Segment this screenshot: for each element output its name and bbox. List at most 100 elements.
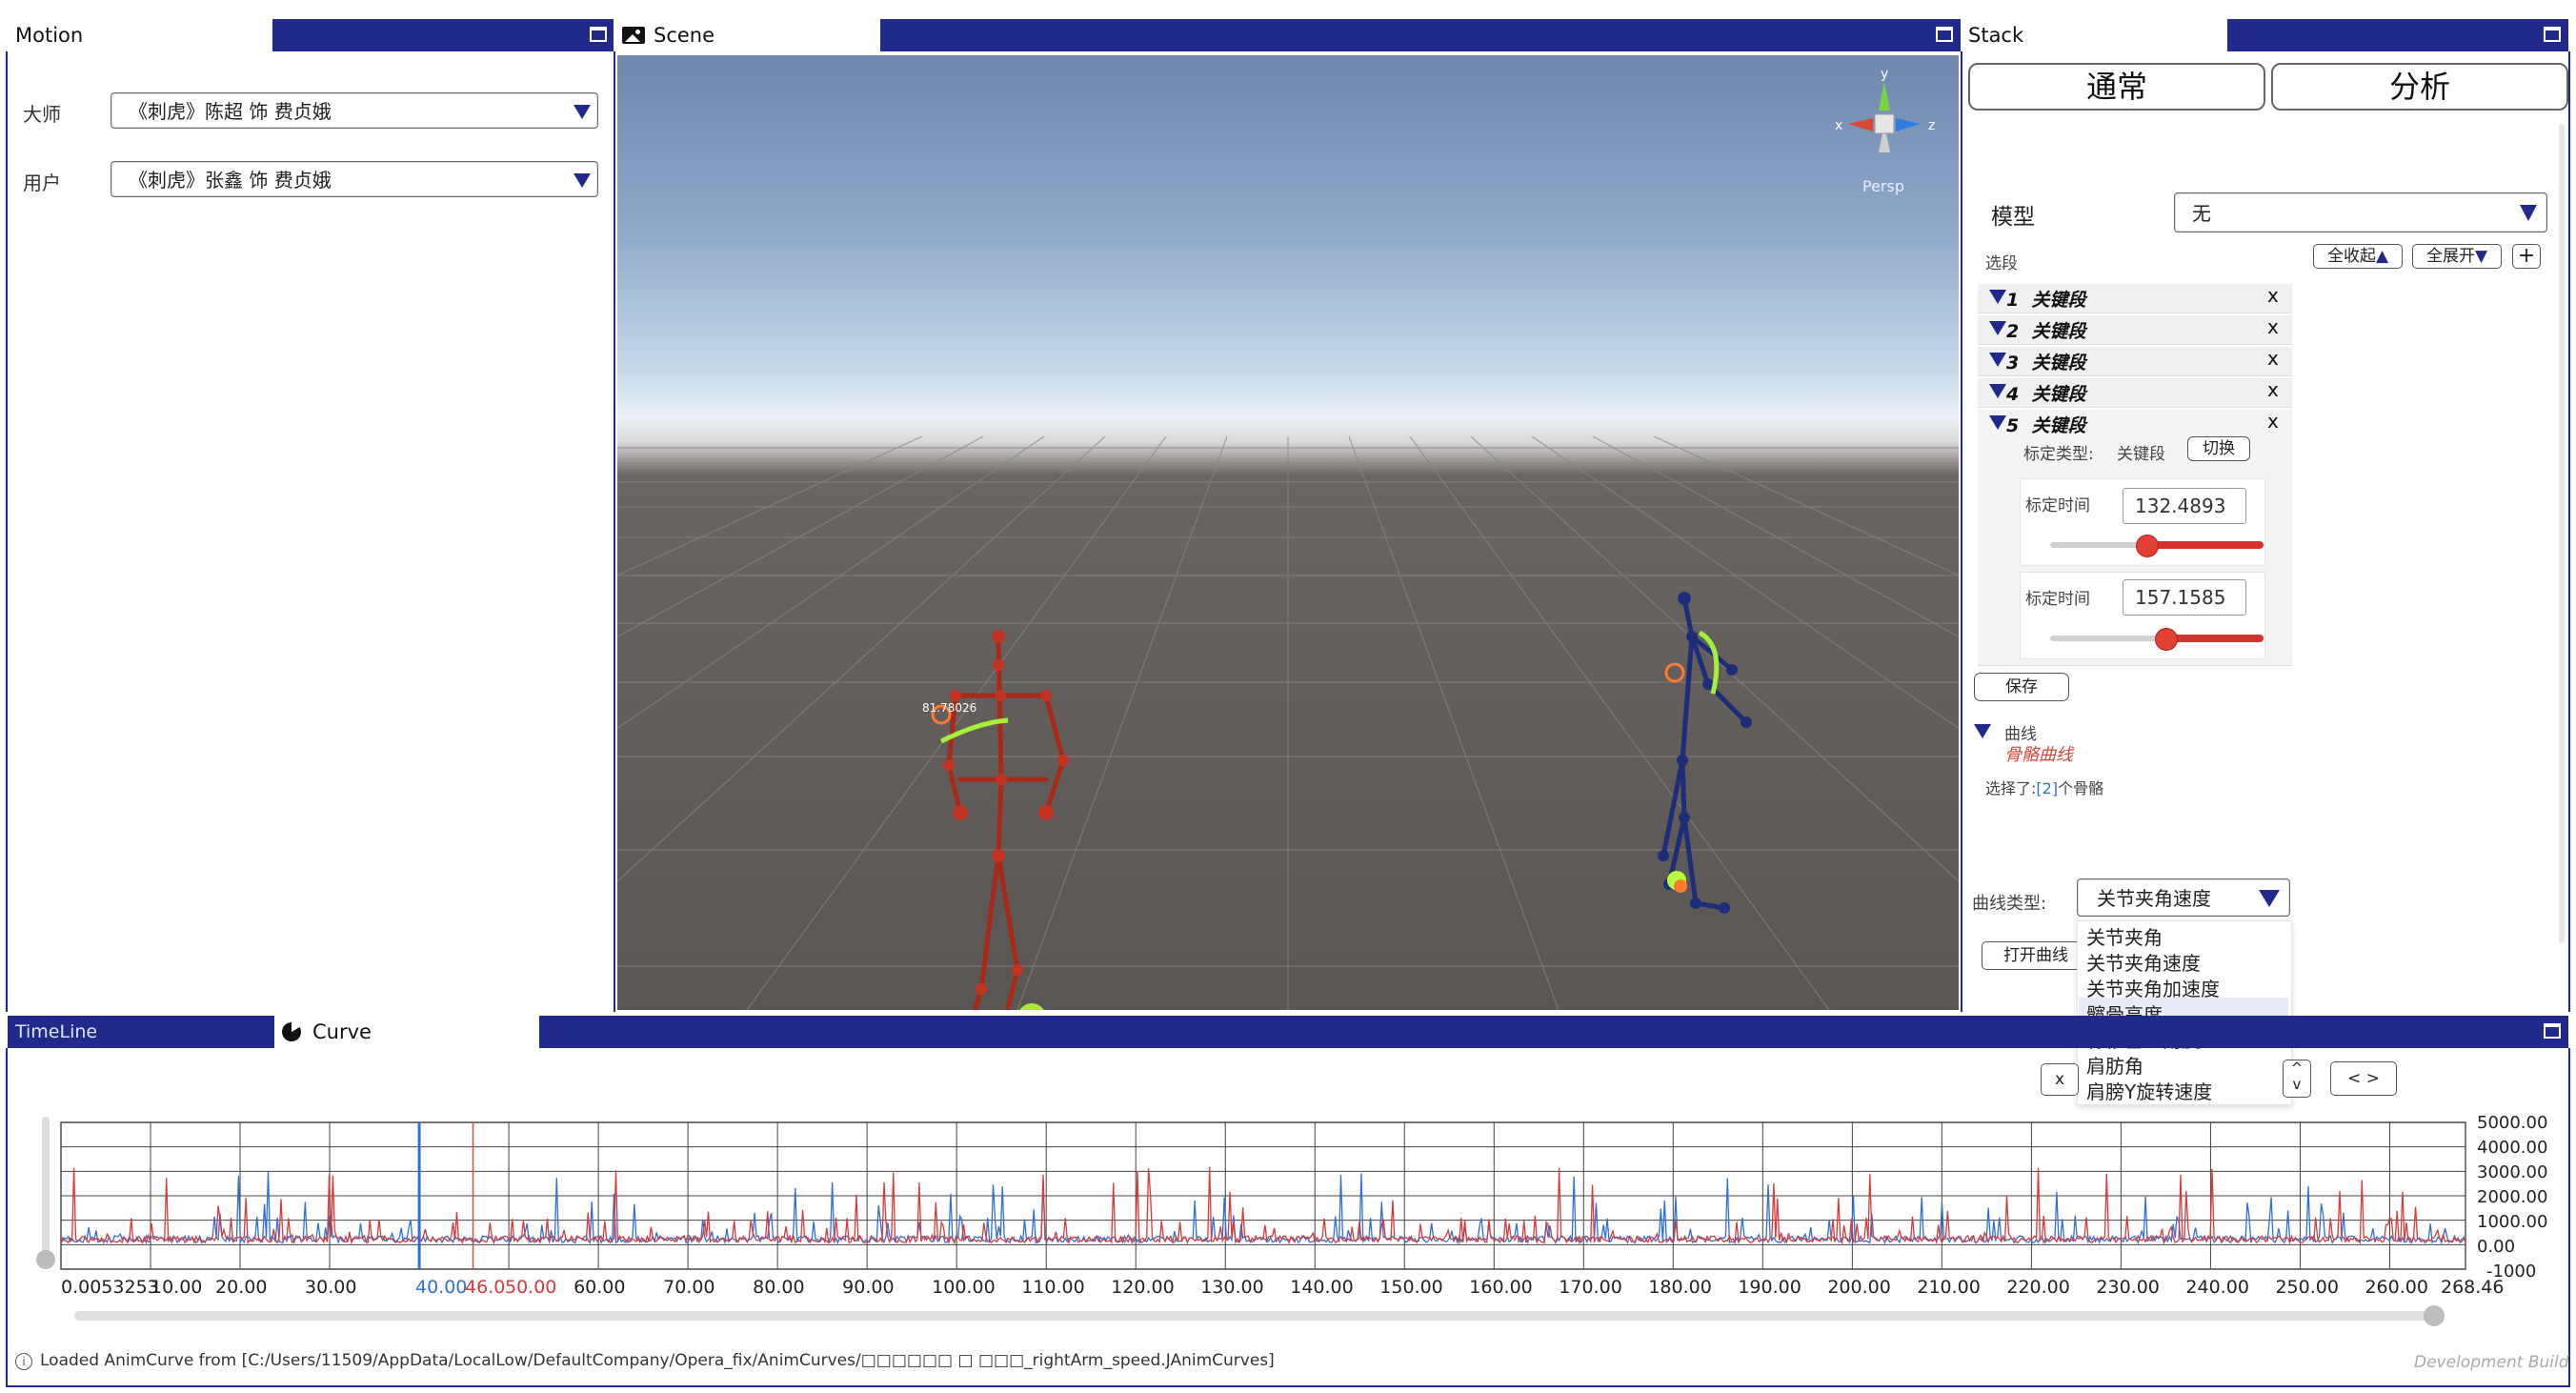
pin-icon[interactable] (1934, 25, 1953, 42)
segment-name: 关键段 (2031, 384, 2086, 405)
close-icon[interactable]: x (2267, 315, 2279, 338)
x-tick-label: 250.00 (2275, 1277, 2339, 1298)
time1-field[interactable]: 132.4893 (2123, 488, 2246, 524)
x-tick-label: 220.00 (2006, 1277, 2070, 1298)
slider-knob[interactable] (2155, 628, 2178, 651)
curve-chart[interactable] (57, 1111, 2477, 1282)
segment-title: 3 关键段 (2006, 349, 2085, 374)
x-tick-label: 30.00 (305, 1277, 357, 1298)
segment-name: 关键段 (2031, 415, 2086, 436)
x-tick-label: 200.00 (1827, 1277, 1891, 1298)
x-button[interactable]: x (2041, 1063, 2079, 1096)
chevron-down-icon (574, 105, 591, 119)
chevron-down-icon (1989, 384, 2006, 398)
time2-slider[interactable] (2050, 628, 2264, 651)
segment-title: 4 关键段 (2006, 380, 2085, 406)
pacman-icon (282, 1022, 301, 1041)
segment-row[interactable]: 1 关键段 x (1978, 284, 2292, 313)
caret-down-icon: v (2292, 1076, 2302, 1093)
chevron-down-icon (1989, 290, 2006, 304)
y-tick-label: 3000.00 (2477, 1162, 2548, 1182)
vertical-zoom-knob[interactable] (36, 1250, 55, 1269)
segment-number: 5 (2006, 415, 2020, 436)
master-skeleton (931, 630, 1069, 1010)
horizontal-scroll-knob[interactable] (2424, 1305, 2445, 1326)
chevron-down-icon (1989, 321, 2006, 335)
info-icon: i (15, 1353, 32, 1370)
x-tick-label: 190.00 (1738, 1277, 1801, 1298)
scene-viewport[interactable]: 81.78026 y x z Persp (617, 55, 1959, 1010)
x-tick-label: 210.00 (1917, 1277, 1981, 1298)
segment-title: 1 关键段 (2006, 286, 2085, 312)
time2-field[interactable]: 157.1585 (2123, 579, 2246, 616)
selected-bones-text: 选择了:[2]个骨骼 (1985, 776, 2103, 798)
time1-label: 标定时间 (2025, 496, 2090, 515)
menu-option[interactable]: 关节夹角 (2086, 922, 2163, 950)
pin-icon[interactable] (2542, 25, 2561, 42)
segment-row[interactable]: 3 关键段 x (1978, 347, 2292, 376)
tab-motion[interactable]: Motion (8, 19, 272, 51)
triangle-down-icon: ▼ (2474, 247, 2488, 266)
switch-button[interactable]: 切换 (2187, 436, 2250, 461)
vertical-zoom-slider[interactable] (42, 1117, 50, 1267)
orientation-gizmo[interactable]: y x z (1827, 65, 1942, 179)
open-curve-button[interactable]: 打开曲线 (1982, 941, 2081, 970)
curve-type-select[interactable]: 关节夹角速度 (2077, 878, 2290, 917)
user-select[interactable]: 《刺虎》张鑫 饰 费贞娥 (111, 161, 598, 197)
model-label: 模型 (1991, 205, 2035, 230)
nav-button[interactable]: < > (2330, 1061, 2397, 1096)
chevron-down-icon (1974, 724, 1991, 738)
x-tick-overlap: 10.00 (151, 1277, 203, 1298)
tab-curve[interactable]: Curve (274, 1016, 539, 1048)
user-skeleton (1658, 592, 1752, 914)
model-select[interactable]: 无 (2174, 192, 2547, 232)
x-tick-label: 120.00 (1111, 1277, 1175, 1298)
close-icon[interactable]: x (2267, 410, 2279, 433)
caret-button[interactable]: ^ v (2283, 1060, 2311, 1098)
menu-option[interactable]: 关节夹角加速度 (2086, 974, 2220, 1001)
slider-knob[interactable] (2136, 535, 2159, 557)
stack-scrollbar[interactable] (2559, 124, 2565, 943)
segment-title: 5 关键段 (2006, 412, 2085, 437)
expand-all-label: 全展开 (2425, 247, 2475, 266)
time1-slider[interactable] (2050, 535, 2264, 557)
x-tick-label: 268.46 (2441, 1277, 2505, 1298)
menu-option[interactable]: 关节夹角速度 (2086, 948, 2201, 976)
mark-type-value: 关键段 (2117, 445, 2165, 464)
close-icon[interactable]: x (2267, 347, 2279, 370)
segment-row[interactable]: 4 关键段 x (1978, 378, 2292, 408)
x-tick-label: 180.00 (1648, 1277, 1712, 1298)
x-tick-label: 170.00 (1559, 1277, 1622, 1298)
angle-label: 81.78026 (922, 701, 977, 715)
x-tick-overlap: 0.0053253 (61, 1277, 159, 1298)
pin-icon[interactable] (2542, 1021, 2561, 1039)
save-button[interactable]: 保存 (1974, 673, 2069, 701)
x-tick-overlap: 50.00 (505, 1277, 557, 1298)
time2-label: 标定时间 (2025, 590, 2090, 609)
segment-row[interactable]: 2 关键段 x (1978, 315, 2292, 345)
x-tick-label: 110.00 (1021, 1277, 1085, 1298)
add-segment-button[interactable]: + (2512, 244, 2541, 269)
horizontal-scrollbar[interactable] (74, 1311, 2443, 1321)
master-select[interactable]: 《刺虎》陈超 饰 费贞娥 (111, 92, 598, 129)
caret-up-icon: ^ (2290, 1060, 2304, 1077)
segment-number: 1 (2006, 290, 2020, 311)
close-icon[interactable]: x (2267, 284, 2279, 307)
pin-icon[interactable] (588, 25, 607, 42)
tab-stack[interactable]: Stack (1961, 19, 2227, 51)
tab-scene[interactable]: Scene (615, 19, 880, 51)
x-tick-label: 80.00 (753, 1277, 805, 1298)
normal-button[interactable]: 通常 (1968, 63, 2265, 111)
y-tick-label: 0.00 (2477, 1237, 2516, 1257)
bone-curve-label: 骨骼曲线 (2004, 745, 2073, 765)
expand-all-button[interactable]: 全展开▼ (2412, 244, 2502, 269)
analyze-button[interactable]: 分析 (2271, 63, 2568, 111)
close-icon[interactable]: x (2267, 378, 2279, 401)
persp-label[interactable]: Persp (1862, 177, 1904, 195)
collapse-all-button[interactable]: 全收起▲ (2313, 244, 2403, 269)
slider-fill (2146, 541, 2264, 549)
curve-type-label: 曲线类型: (1972, 894, 2047, 914)
tab-timeline[interactable]: TimeLine (8, 1016, 272, 1048)
user-label: 用户 (23, 172, 61, 194)
segment-name: 关键段 (2031, 353, 2086, 373)
